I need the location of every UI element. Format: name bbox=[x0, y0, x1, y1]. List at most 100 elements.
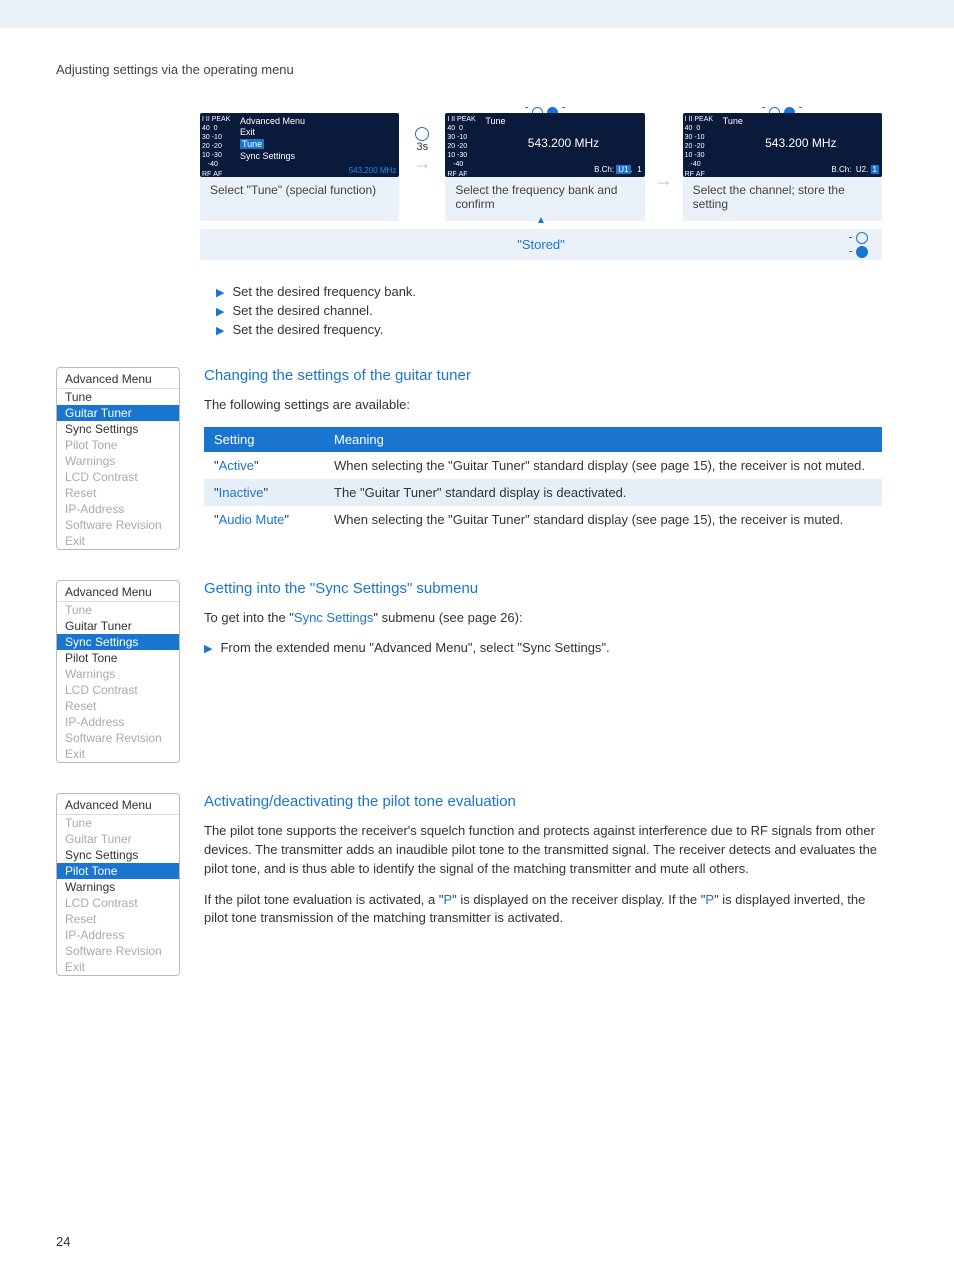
section-text: To get into the "Sync Settings" submenu … bbox=[204, 609, 882, 628]
diagram-row: I II PEAK40 030 -1020 -2010 -30 -40RF AF… bbox=[200, 113, 882, 221]
settings-table: Setting Meaning "Active"When selecting t… bbox=[204, 427, 882, 533]
stored-label: "Stored" bbox=[517, 237, 565, 252]
timer-group: 3s → bbox=[415, 127, 429, 174]
dial-icon bbox=[856, 232, 868, 244]
arrow-icon: → bbox=[655, 170, 673, 191]
page: Adjusting settings via the operating men… bbox=[0, 0, 954, 1285]
menu-item: Warnings bbox=[57, 453, 179, 469]
lcd1-freq: 543.200 MHz bbox=[349, 166, 397, 175]
advanced-menu-box-1: Advanced Menu TuneGuitar TunerSync Setti… bbox=[56, 367, 180, 550]
lcd3-bch: B.Ch: U2. 1 bbox=[831, 165, 879, 174]
menu-item: Guitar Tuner bbox=[57, 831, 179, 847]
menu-item: Sync Settings bbox=[57, 634, 179, 650]
instruction-list: ▶ From the extended menu "Advanced Menu"… bbox=[204, 640, 882, 655]
menu-item: Sync Settings bbox=[57, 421, 179, 437]
instruction-text: Set the desired frequency bank. bbox=[232, 284, 416, 299]
lcd2-bch: B.Ch: U1. 1 bbox=[594, 165, 642, 174]
menu-item: IP-Address bbox=[57, 714, 179, 730]
menu-item: Software Revision bbox=[57, 943, 179, 959]
triangle-bullet-icon: ▶ bbox=[216, 305, 224, 318]
top-strip bbox=[0, 0, 954, 28]
table-row: "Inactive"The "Guitar Tuner" standard di… bbox=[204, 479, 882, 506]
menu-item: LCD Contrast bbox=[57, 469, 179, 485]
section-p2: If the pilot tone evaluation is activate… bbox=[204, 891, 882, 929]
section-p1: The pilot tone supports the receiver's s… bbox=[204, 822, 882, 879]
menu-item: Exit bbox=[57, 746, 179, 762]
section-content: Changing the settings of the guitar tune… bbox=[204, 367, 882, 550]
page-number: 24 bbox=[56, 1234, 70, 1249]
stored-bar: ▲ "Stored" bbox=[200, 229, 882, 260]
list-item: ▶ From the extended menu "Advanced Menu"… bbox=[204, 640, 882, 655]
section-content: Activating/deactivating the pilot tone e… bbox=[204, 793, 882, 976]
menu-item: LCD Contrast bbox=[57, 682, 179, 698]
menu-item: Warnings bbox=[57, 879, 179, 895]
meaning-cell: When selecting the "Guitar Tuner" standa… bbox=[324, 452, 882, 479]
instruction-list: ▶Set the desired frequency bank. ▶Set th… bbox=[216, 284, 882, 337]
menu-item: Reset bbox=[57, 911, 179, 927]
menu-item: Warnings bbox=[57, 666, 179, 682]
lcd1-r2: Tune bbox=[240, 138, 396, 150]
page-header: Adjusting settings via the operating men… bbox=[56, 62, 882, 77]
triangle-bullet-icon: ▶ bbox=[216, 324, 224, 337]
lcd2-title: Tune bbox=[485, 116, 641, 126]
th-setting: Setting bbox=[204, 427, 324, 452]
lcd-2: I II PEAK40 030 -1020 -2010 -30 -40RF AF… bbox=[445, 113, 644, 177]
menu-item: Exit bbox=[57, 533, 179, 549]
setting-cell: "Inactive" bbox=[204, 479, 324, 506]
menu-item: Tune bbox=[57, 389, 179, 405]
triangle-bullet-icon: ▶ bbox=[216, 286, 224, 299]
section-guitar-tuner: Advanced Menu TuneGuitar TunerSync Setti… bbox=[56, 367, 882, 550]
menu-item: Software Revision bbox=[57, 730, 179, 746]
list-item: ▶Set the desired frequency. bbox=[216, 322, 882, 337]
lcd1-title: Advanced Menu bbox=[240, 116, 396, 126]
menu-item: Pilot Tone bbox=[57, 650, 179, 666]
table-row: "Active"When selecting the "Guitar Tuner… bbox=[204, 452, 882, 479]
menu-item: Guitar Tuner bbox=[57, 405, 179, 421]
lcd3-title: Tune bbox=[723, 116, 879, 126]
menu-item: Guitar Tuner bbox=[57, 618, 179, 634]
caption-1: Select "Tune" (special function) bbox=[200, 177, 399, 221]
dial-icons-stored bbox=[849, 230, 868, 260]
menu-item: IP-Address bbox=[57, 927, 179, 943]
lcd-1: I II PEAK40 030 -1020 -2010 -30 -40RF AF… bbox=[200, 113, 399, 177]
lcd-meter: I II PEAK40 030 -1020 -2010 -30 -40RF AF bbox=[202, 115, 230, 179]
lcd-block-2: I II PEAK40 030 -1020 -2010 -30 -40RF AF… bbox=[445, 113, 644, 221]
th-meaning: Meaning bbox=[324, 427, 882, 452]
menu-title: Advanced Menu bbox=[57, 794, 179, 815]
meaning-cell: When selecting the "Guitar Tuner" standa… bbox=[324, 506, 882, 533]
setting-cell: "Audio Mute" bbox=[204, 506, 324, 533]
timer-label: 3s bbox=[417, 141, 429, 153]
arrow-icon: → bbox=[413, 153, 431, 174]
lcd-3: I II PEAK40 030 -1020 -2010 -30 -40RF AF… bbox=[683, 113, 882, 177]
timer-icon bbox=[415, 127, 429, 141]
advanced-menu-box-2: Advanced Menu TuneGuitar TunerSync Setti… bbox=[56, 580, 180, 763]
instruction-text: From the extended menu "Advanced Menu", … bbox=[220, 640, 609, 655]
dial-filled-icon bbox=[856, 246, 868, 258]
section-heading: Activating/deactivating the pilot tone e… bbox=[204, 793, 882, 810]
triangle-bullet-icon: ▶ bbox=[204, 642, 212, 655]
lcd-block-1: I II PEAK40 030 -1020 -2010 -30 -40RF AF… bbox=[200, 113, 399, 221]
triangle-up-icon: ▲ bbox=[536, 215, 546, 226]
section-sync-settings: Advanced Menu TuneGuitar TunerSync Setti… bbox=[56, 580, 882, 763]
meaning-cell: The "Guitar Tuner" standard display is d… bbox=[324, 479, 882, 506]
lcd1-r1: Exit bbox=[240, 126, 396, 138]
lcd-block-3: I II PEAK40 030 -1020 -2010 -30 -40RF AF… bbox=[683, 113, 882, 221]
menu-item: IP-Address bbox=[57, 501, 179, 517]
table-row: "Audio Mute"When selecting the "Guitar T… bbox=[204, 506, 882, 533]
menu-item: LCD Contrast bbox=[57, 895, 179, 911]
menu-item: Pilot Tone bbox=[57, 437, 179, 453]
section-content: Getting into the "Sync Settings" submenu… bbox=[204, 580, 882, 763]
lcd3-freq: 543.200 MHz bbox=[723, 136, 879, 150]
section-heading: Getting into the "Sync Settings" submenu bbox=[204, 580, 882, 597]
menu-item: Reset bbox=[57, 485, 179, 501]
lcd-meter: I II PEAK40 030 -1020 -2010 -30 -40RF AF bbox=[685, 115, 713, 179]
menu-item: Software Revision bbox=[57, 517, 179, 533]
menu-title: Advanced Menu bbox=[57, 581, 179, 602]
advanced-menu-box-3: Advanced Menu TuneGuitar TunerSync Setti… bbox=[56, 793, 180, 976]
menu-item: Exit bbox=[57, 959, 179, 975]
instruction-text: Set the desired channel. bbox=[232, 303, 372, 318]
setting-cell: "Active" bbox=[204, 452, 324, 479]
section-pilot-tone: Advanced Menu TuneGuitar TunerSync Setti… bbox=[56, 793, 882, 976]
list-item: ▶ Set the desired channel. bbox=[216, 303, 882, 318]
menu-item: Reset bbox=[57, 698, 179, 714]
